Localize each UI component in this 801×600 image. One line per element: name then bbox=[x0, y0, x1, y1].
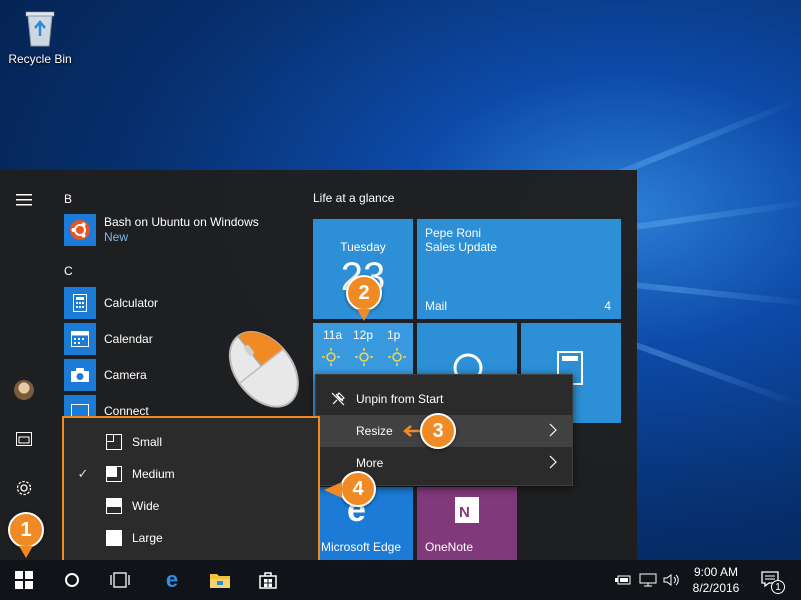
menu-item-label: Unpin from Start bbox=[356, 392, 444, 406]
windows-logo-icon bbox=[15, 571, 33, 589]
network-tray-button[interactable] bbox=[638, 560, 658, 600]
onenote-label: OneNote bbox=[425, 540, 474, 554]
menu-item-label: More bbox=[356, 456, 384, 470]
callout-2: 2 bbox=[346, 275, 382, 311]
onenote-icon: N bbox=[455, 497, 479, 523]
recycle-bin[interactable]: Recycle Bin bbox=[8, 6, 72, 66]
chevron-right-icon bbox=[549, 423, 557, 437]
app-calendar[interactable]: Calendar bbox=[64, 322, 153, 356]
menu-item-label: Small bbox=[132, 435, 163, 449]
resize-medium-item[interactable]: ✓ Medium bbox=[64, 458, 318, 490]
resize-submenu: Small ✓ Medium Wide Large bbox=[62, 416, 320, 562]
notification-count-badge: 1 bbox=[771, 580, 785, 594]
menu-item-label: Wide bbox=[132, 499, 160, 513]
battery-tray-button[interactable] bbox=[614, 560, 632, 600]
callout-pointer bbox=[19, 546, 33, 558]
sun-icon bbox=[322, 348, 406, 366]
calculator-icon bbox=[64, 287, 96, 319]
resize-wide-item[interactable]: Wide bbox=[64, 490, 318, 522]
app-calculator[interactable]: Calculator bbox=[64, 286, 158, 320]
weather-hour: 12p bbox=[353, 328, 374, 342]
volume-icon bbox=[663, 574, 679, 586]
taskbar-file-explorer-button[interactable] bbox=[198, 560, 242, 600]
app-name: Calculator bbox=[104, 295, 159, 310]
hamburger-icon bbox=[16, 194, 32, 206]
medium-size-icon bbox=[106, 466, 122, 482]
task-view-button[interactable] bbox=[98, 560, 142, 600]
app-name: Bash on Ubuntu on Windows bbox=[104, 215, 259, 229]
app-bash-ubuntu[interactable]: Bash on Ubuntu on Windows New bbox=[64, 213, 259, 247]
chevron-right-icon bbox=[549, 455, 557, 469]
taskbar-store-button[interactable] bbox=[246, 560, 290, 600]
recycle-bin-icon bbox=[23, 6, 57, 47]
ubuntu-icon bbox=[64, 214, 96, 246]
settings-button[interactable] bbox=[0, 470, 48, 506]
new-badge: New bbox=[104, 230, 129, 244]
clock[interactable]: 9:00 AM 8/2/2016 bbox=[686, 560, 746, 600]
taskbar: e 9:00 AM 8/2/2016 1 bbox=[0, 560, 801, 600]
calendar-day: Tuesday bbox=[340, 240, 386, 254]
resize-large-item[interactable]: Large bbox=[64, 522, 318, 554]
search-button[interactable] bbox=[50, 560, 94, 600]
wide-size-icon bbox=[106, 498, 122, 514]
callout-4: 4 bbox=[340, 471, 376, 507]
clock-date: 8/2/2016 bbox=[692, 581, 740, 595]
user-account-button[interactable] bbox=[0, 372, 48, 408]
battery-icon bbox=[615, 575, 631, 585]
mail-subject: Sales Update bbox=[425, 240, 498, 254]
callout-3: 3 bbox=[420, 413, 456, 449]
action-center-button[interactable]: 1 bbox=[756, 560, 786, 600]
menu-item-label: Medium bbox=[132, 467, 175, 481]
hamburger-menu-button[interactable] bbox=[0, 182, 48, 218]
weather-hour: 1p bbox=[387, 328, 401, 342]
gear-icon bbox=[16, 480, 32, 496]
onenote-tile[interactable]: N OneNote bbox=[417, 487, 517, 560]
app-camera[interactable]: Camera bbox=[64, 358, 147, 392]
large-size-icon bbox=[106, 530, 122, 546]
mail-tile[interactable]: Pepe Roni Sales Update Mail 4 bbox=[417, 219, 621, 319]
clock-time: 9:00 AM bbox=[693, 565, 739, 579]
svg-text:N: N bbox=[459, 504, 470, 521]
unpin-from-start-item[interactable]: Unpin from Start bbox=[316, 383, 572, 415]
cortana-circle-icon bbox=[65, 573, 79, 587]
taskbar-edge-button[interactable]: e bbox=[150, 560, 194, 600]
network-icon bbox=[639, 573, 657, 587]
unpin-icon bbox=[331, 392, 345, 406]
file-explorer-button[interactable] bbox=[0, 421, 48, 457]
app-name: Camera bbox=[104, 367, 147, 382]
section-header-b[interactable]: B bbox=[64, 192, 72, 206]
section-header-c[interactable]: C bbox=[64, 264, 73, 278]
tile-group-title[interactable]: Life at a glance bbox=[313, 191, 394, 205]
menu-item-label: Large bbox=[132, 531, 163, 545]
camera-icon bbox=[64, 359, 96, 391]
start-button[interactable] bbox=[0, 560, 48, 600]
small-size-icon bbox=[106, 434, 122, 450]
calendar-icon bbox=[64, 323, 96, 355]
mail-label: Mail bbox=[425, 299, 448, 313]
file-explorer-icon bbox=[16, 432, 32, 446]
avatar bbox=[14, 380, 34, 400]
mail-sender: Pepe Roni bbox=[425, 226, 482, 240]
weather-hour: 11a bbox=[323, 328, 343, 342]
mouse-illustration-icon bbox=[228, 331, 299, 408]
recycle-bin-label: Recycle Bin bbox=[8, 52, 72, 66]
task-view-icon bbox=[110, 572, 130, 588]
volume-tray-button[interactable] bbox=[662, 560, 682, 600]
start-rail bbox=[0, 170, 48, 560]
callout-pointer bbox=[324, 482, 342, 498]
folder-icon bbox=[210, 574, 230, 588]
menu-item-label: Resize bbox=[356, 424, 393, 438]
callout-1: 1 bbox=[8, 512, 44, 548]
callout-pointer bbox=[357, 309, 371, 321]
mail-count-badge: 4 bbox=[604, 299, 611, 313]
edge-label: Microsoft Edge bbox=[321, 540, 402, 554]
app-name: Calendar bbox=[104, 331, 153, 346]
resize-small-item[interactable]: Small bbox=[64, 426, 318, 458]
edge-icon: e bbox=[165, 567, 179, 592]
store-icon bbox=[259, 572, 277, 589]
checkmark-icon: ✓ bbox=[77, 466, 89, 481]
